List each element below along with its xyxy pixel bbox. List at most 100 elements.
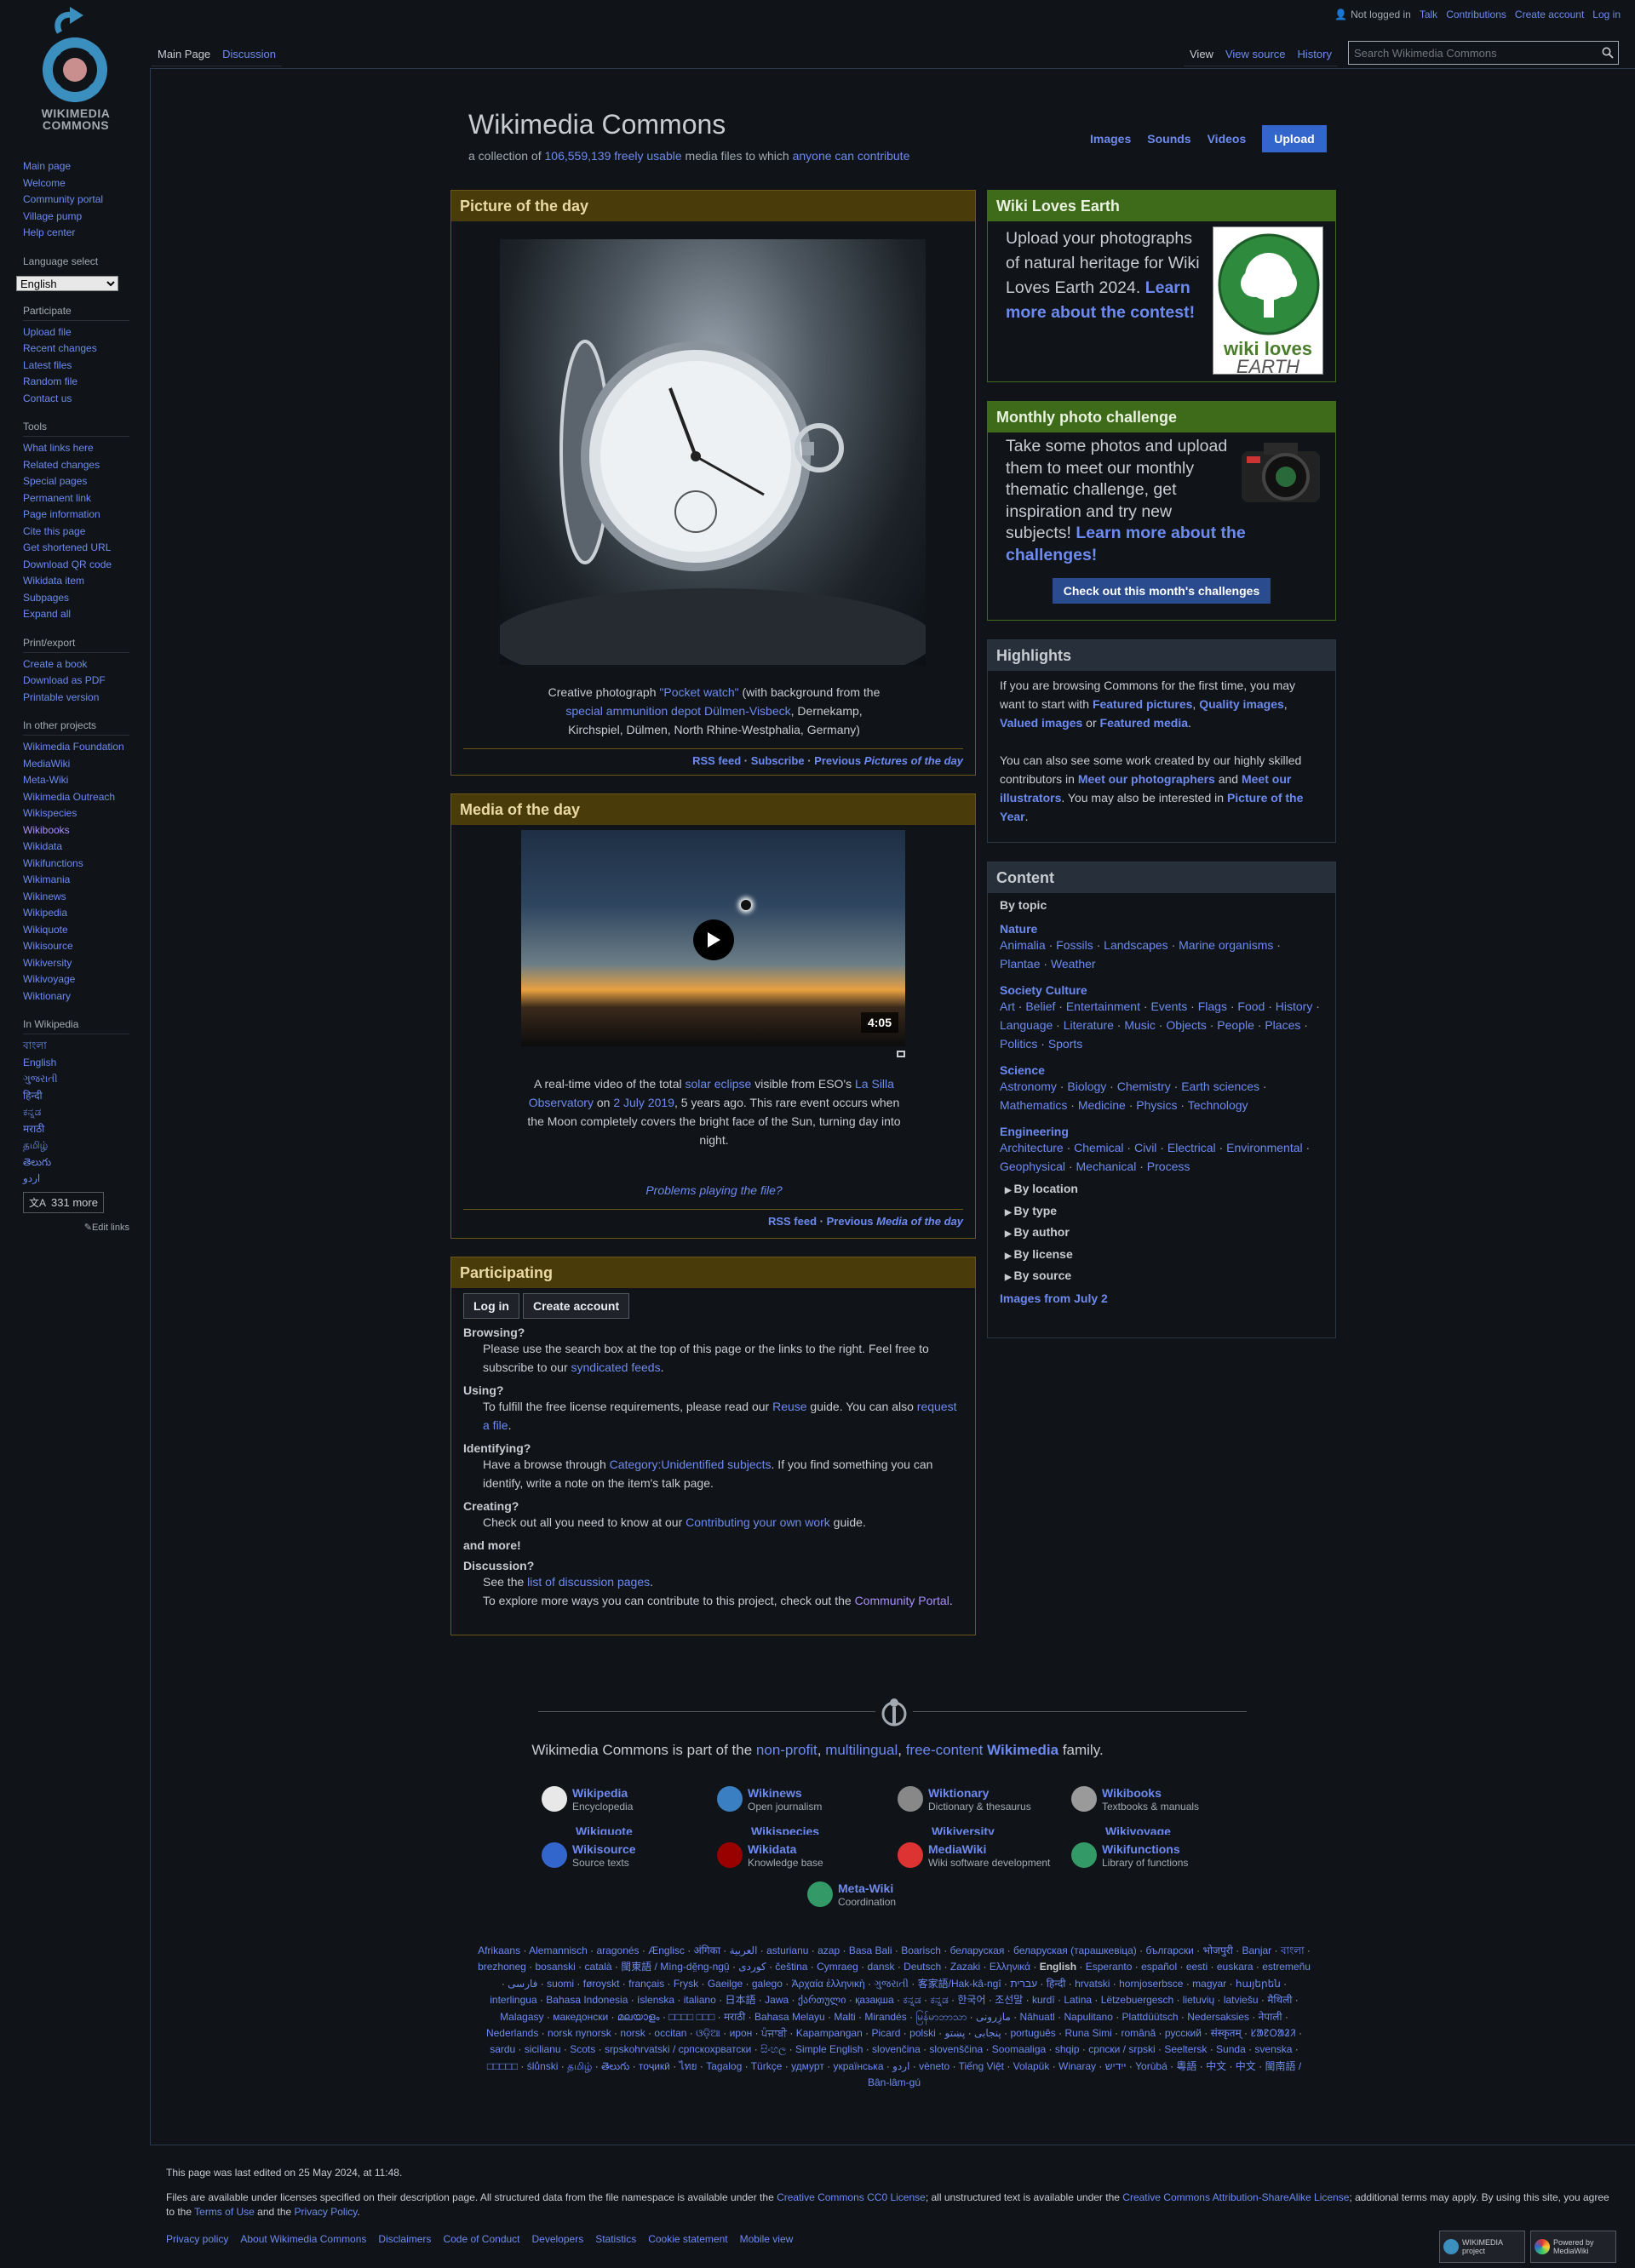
- sidebar-item-random-file[interactable]: Random file: [23, 374, 129, 391]
- language-link[interactable]: Soomaaliga: [992, 2043, 1046, 2055]
- content-link-places[interactable]: Places: [1265, 1018, 1300, 1032]
- problems-playing-link[interactable]: Problems playing the file?: [451, 1183, 977, 1197]
- language-link[interactable]: अंगिका: [694, 1944, 720, 1956]
- sidebar-item-item-6[interactable]: தமிழ்: [23, 1137, 129, 1154]
- quality-images-link[interactable]: Quality images: [1199, 697, 1284, 711]
- la-silla-link[interactable]: La Silla: [855, 1077, 894, 1091]
- sidebar-item-wikipedia[interactable]: Wikipedia: [23, 905, 129, 922]
- sounds-link[interactable]: Sounds: [1147, 132, 1190, 146]
- tab-view[interactable]: View: [1184, 43, 1219, 66]
- language-link[interactable]: српски / srpski: [1088, 2043, 1155, 2055]
- images-from-link[interactable]: Images from July 2: [1000, 1292, 1323, 1305]
- content-link-environmental[interactable]: Environmental: [1226, 1141, 1303, 1154]
- language-link[interactable]: עברית: [1010, 1978, 1037, 1990]
- language-link[interactable]: удмурт: [791, 2060, 824, 2072]
- sidebar-item-main-page[interactable]: Main page: [23, 158, 129, 175]
- language-link[interactable]: کوردی: [738, 1961, 766, 1973]
- project-mediawiki[interactable]: MediaWiki Wiki software development: [898, 1842, 1050, 1870]
- language-link[interactable]: Afrikaans: [478, 1944, 520, 1956]
- featured-pictures-link[interactable]: Featured pictures: [1093, 697, 1192, 711]
- project-wikinews[interactable]: Wikinews Open journalism: [717, 1786, 822, 1813]
- wle-learn-link[interactable]: Learn: [1145, 278, 1190, 297]
- language-link[interactable]: Tagalog: [706, 2060, 742, 2072]
- sidebar-item-wikiquote[interactable]: Wikiquote: [23, 922, 129, 939]
- language-link[interactable]: slovenčina: [872, 2043, 921, 2055]
- sidebar-item-mediawiki[interactable]: MediaWiki: [23, 756, 129, 773]
- create-account-link[interactable]: Create account: [1515, 9, 1584, 20]
- potd-rss-link[interactable]: RSS feed: [692, 754, 741, 767]
- language-link[interactable]: മലയാളം: [617, 2011, 660, 2023]
- language-link[interactable]: português: [1010, 2027, 1055, 2039]
- potd-previous-link[interactable]: Previous Pictures of the day: [814, 754, 963, 767]
- motd-previous-link[interactable]: Previous Media of the day: [827, 1215, 963, 1228]
- mpc-learn-link[interactable]: Learn more about the: [1076, 524, 1245, 542]
- language-link[interactable]: Mirandés: [864, 2011, 906, 2023]
- language-link[interactable]: Alemannisch: [529, 1944, 588, 1956]
- wikimedia-link[interactable]: Wikimedia: [987, 1742, 1058, 1758]
- content-link-chemistry[interactable]: Chemistry: [1117, 1080, 1171, 1093]
- language-link[interactable]: euskara: [1217, 1961, 1254, 1973]
- sidebar-item-page-information[interactable]: Page information: [23, 507, 129, 524]
- project-meta-wiki[interactable]: Meta-Wiki Coordination: [807, 1881, 896, 1909]
- language-link[interactable]: hrvatski: [1075, 1978, 1110, 1990]
- language-link[interactable]: ирон: [730, 2027, 753, 2039]
- talk-link[interactable]: Talk: [1420, 9, 1437, 20]
- mpc-challenges-link[interactable]: challenges!: [1006, 546, 1097, 564]
- language-link[interactable]: Deutsch: [904, 1961, 941, 1973]
- language-link[interactable]: suomi: [547, 1978, 574, 1990]
- content-link-music[interactable]: Music: [1124, 1018, 1156, 1032]
- language-link[interactable]: ગુજરાતી: [874, 1978, 909, 1990]
- language-link[interactable]: Malti: [834, 2011, 855, 2023]
- language-link[interactable]: Seeltersk: [1164, 2043, 1207, 2055]
- language-link[interactable]: Jawa: [765, 1994, 789, 2006]
- toggle-by-location[interactable]: ▶ By location: [1000, 1179, 1323, 1201]
- file-count-link[interactable]: 106,559,139: [545, 149, 611, 163]
- sidebar-item-help-center[interactable]: Help center: [23, 225, 129, 242]
- sidebar-item-wikinews[interactable]: Wikinews: [23, 889, 129, 906]
- language-link[interactable]: मराठी: [724, 2011, 745, 2023]
- language-link[interactable]: Nederlands: [486, 2027, 538, 2039]
- sidebar-item-wiktionary[interactable]: Wiktionary: [23, 988, 129, 1005]
- project-wikifunctions[interactable]: Wikifunctions Library of functions: [1071, 1842, 1188, 1870]
- language-link[interactable]: Ænglisc: [648, 1944, 685, 1956]
- a-file-link[interactable]: a file: [483, 1418, 508, 1432]
- illustrators-link[interactable]: illustrators: [1000, 791, 1061, 805]
- sidebar-item-wikimania[interactable]: Wikimania: [23, 872, 129, 889]
- language-link[interactable]: Ελληνικά: [990, 1961, 1030, 1973]
- toggle-by-author[interactable]: ▶ By author: [1000, 1223, 1323, 1245]
- language-link[interactable]: Tiếng Việt: [959, 2060, 1004, 2072]
- language-link[interactable]: 日本語: [725, 1994, 755, 2006]
- language-link[interactable]: Cymraeg: [817, 1961, 858, 1973]
- content-link-mechanical[interactable]: Mechanical: [1076, 1160, 1137, 1173]
- search-input[interactable]: [1349, 46, 1598, 60]
- sidebar-item-item-4[interactable]: ಕನ್ನಡ: [23, 1104, 129, 1121]
- engineering-link[interactable]: Engineering: [1000, 1125, 1323, 1138]
- sidebar-item-item-2[interactable]: ગુજરાતી: [23, 1071, 129, 1088]
- language-link[interactable]: català: [585, 1961, 612, 1973]
- content-link-geophysical[interactable]: Geophysical: [1000, 1160, 1065, 1173]
- content-link-civil[interactable]: Civil: [1134, 1141, 1156, 1154]
- sidebar-item-item-5[interactable]: मराठी: [23, 1121, 129, 1138]
- contributions-link[interactable]: Contributions: [1446, 9, 1506, 20]
- featured-media-link[interactable]: Featured media: [1100, 716, 1188, 730]
- sidebar-item-cite-this-page[interactable]: Cite this page: [23, 524, 129, 541]
- sidebar-item-wikidata-item[interactable]: Wikidata item: [23, 573, 129, 590]
- sidebar-item-item-0[interactable]: বাংলা: [23, 1038, 129, 1055]
- content-link-medicine[interactable]: Medicine: [1078, 1098, 1126, 1112]
- language-link[interactable]: galego: [752, 1978, 783, 1990]
- sidebar-item-wikimedia-foundation[interactable]: Wikimedia Foundation: [23, 739, 129, 756]
- content-link-technology[interactable]: Technology: [1188, 1098, 1248, 1112]
- language-link[interactable]: lietuvių: [1183, 1994, 1214, 2006]
- motd-rss-link[interactable]: RSS feed: [768, 1215, 817, 1228]
- sidebar-item-special-pages[interactable]: Special pages: [23, 473, 129, 490]
- valued-images-link[interactable]: Valued images: [1000, 716, 1082, 730]
- content-link-biology[interactable]: Biology: [1067, 1080, 1106, 1093]
- edit-links[interactable]: ✎Edit links: [23, 1222, 129, 1233]
- sidebar-item-wikidata[interactable]: Wikidata: [23, 839, 129, 856]
- language-link[interactable]: □□□□□: [487, 2060, 518, 2072]
- language-link[interactable]: मैथिली: [1267, 1994, 1292, 2006]
- sidebar-item-wikibooks[interactable]: Wikibooks: [23, 822, 129, 839]
- images-link[interactable]: Images: [1090, 132, 1131, 146]
- project-wikidata[interactable]: Wikidata Knowledge base: [717, 1842, 823, 1870]
- meet-our-link[interactable]: Meet our: [1242, 772, 1291, 786]
